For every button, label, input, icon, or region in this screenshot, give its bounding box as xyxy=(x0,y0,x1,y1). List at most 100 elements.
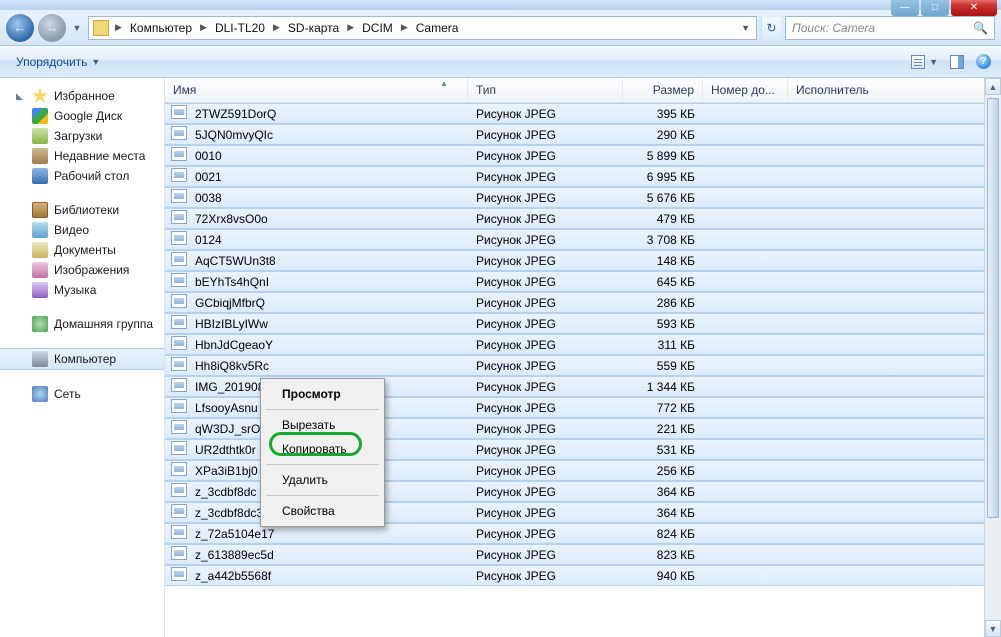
nav-item-videos[interactable]: Видео xyxy=(0,220,164,240)
table-row[interactable]: AqCT5WUn3t8Рисунок JPEG148 КБ xyxy=(165,250,1001,271)
file-type: Рисунок JPEG xyxy=(468,527,623,541)
table-row[interactable]: 5JQN0mvyQIcРисунок JPEG290 КБ xyxy=(165,124,1001,145)
column-header-row: Имя▲ Тип Размер Номер до... Исполнитель xyxy=(165,78,1001,103)
table-row[interactable]: 0124Рисунок JPEG3 708 КБ xyxy=(165,229,1001,250)
organize-label: Упорядочить xyxy=(16,55,87,69)
col-size[interactable]: Размер xyxy=(623,78,703,102)
file-type: Рисунок JPEG xyxy=(468,212,623,226)
file-size: 364 КБ xyxy=(623,506,703,520)
maximize-button[interactable]: □ xyxy=(921,0,949,16)
nav-item-documents[interactable]: Документы xyxy=(0,240,164,260)
nav-item-music[interactable]: Музыка xyxy=(0,280,164,300)
image-file-icon xyxy=(171,231,187,245)
chevron-right-icon[interactable]: ▶ xyxy=(113,22,124,33)
scroll-down-button[interactable]: ▼ xyxy=(985,620,1001,637)
file-name: Hh8iQ8kv5Rc xyxy=(187,359,468,373)
nav-homegroup[interactable]: Домашняя группа xyxy=(0,314,164,334)
breadcrumb-seg[interactable]: Компьютер xyxy=(126,19,196,37)
file-type: Рисунок JPEG xyxy=(468,506,623,520)
scroll-up-button[interactable]: ▲ xyxy=(985,78,1001,95)
help-button[interactable]: ? xyxy=(976,54,991,69)
forward-button[interactable]: → xyxy=(38,14,66,42)
nav-network[interactable]: Сеть xyxy=(0,384,164,404)
search-input[interactable]: Поиск: Camera 🔍 xyxy=(785,16,995,40)
minimize-button[interactable]: — xyxy=(891,0,919,16)
file-type: Рисунок JPEG xyxy=(468,233,623,247)
col-num[interactable]: Номер до... xyxy=(703,78,788,102)
video-icon xyxy=(32,222,48,238)
table-row[interactable]: HbnJdCgeaoYРисунок JPEG311 КБ xyxy=(165,334,1001,355)
sort-asc-icon: ▲ xyxy=(440,79,448,88)
file-type: Рисунок JPEG xyxy=(468,338,623,352)
chevron-down-icon[interactable]: ▼ xyxy=(739,23,752,33)
col-name[interactable]: Имя▲ xyxy=(165,78,468,102)
breadcrumb-seg[interactable]: DCIM xyxy=(358,19,397,37)
breadcrumb[interactable]: ▶ Компьютер ▶ DLI-TL20 ▶ SD-карта ▶ DCIM… xyxy=(88,16,757,40)
col-performer[interactable]: Исполнитель xyxy=(788,78,1001,102)
ctx-copy[interactable]: Копировать xyxy=(264,437,381,461)
content-area: ◣Избранное Google Диск Загрузки Недавние… xyxy=(0,78,1001,637)
nav-label: Загрузки xyxy=(54,129,102,143)
nav-label: Сеть xyxy=(54,387,81,401)
vertical-scrollbar[interactable]: ▲ ▼ xyxy=(984,78,1001,637)
nav-item-images[interactable]: Изображения xyxy=(0,260,164,280)
table-row[interactable]: 72Xrx8vsO0oРисунок JPEG479 КБ xyxy=(165,208,1001,229)
table-row[interactable]: GCbiqjMfbrQРисунок JPEG286 КБ xyxy=(165,292,1001,313)
image-file-icon xyxy=(171,441,187,455)
table-row[interactable]: 2TWZ591DorQРисунок JPEG395 КБ xyxy=(165,103,1001,124)
chevron-right-icon[interactable]: ▶ xyxy=(271,22,282,33)
nav-label: Избранное xyxy=(54,89,115,103)
image-file-icon xyxy=(171,189,187,203)
refresh-button[interactable]: ↻ xyxy=(761,17,781,39)
chevron-right-icon[interactable]: ▶ xyxy=(399,22,410,33)
nav-history-dropdown[interactable]: ▼ xyxy=(70,19,84,37)
chevron-right-icon[interactable]: ▶ xyxy=(198,22,209,33)
table-row[interactable]: bEYhTs4hQnIРисунок JPEG645 КБ xyxy=(165,271,1001,292)
file-name: 5JQN0mvyQIc xyxy=(187,128,468,142)
table-row[interactable]: 0021Рисунок JPEG6 995 КБ xyxy=(165,166,1001,187)
image-file-icon xyxy=(171,378,187,392)
nav-label: Недавние места xyxy=(54,149,145,163)
table-row[interactable]: z_613889ec5dРисунок JPEG823 КБ xyxy=(165,544,1001,565)
table-row[interactable]: 0038Рисунок JPEG5 676 КБ xyxy=(165,187,1001,208)
file-size: 395 КБ xyxy=(623,107,703,121)
close-button[interactable]: ✕ xyxy=(951,0,997,16)
ctx-delete[interactable]: Удалить xyxy=(264,468,381,492)
table-row[interactable]: HBIzIBLyIWwРисунок JPEG593 КБ xyxy=(165,313,1001,334)
file-name: 0124 xyxy=(187,233,468,247)
address-bar: ← → ▼ ▶ Компьютер ▶ DLI-TL20 ▶ SD-карта … xyxy=(0,10,1001,46)
file-type: Рисунок JPEG xyxy=(468,254,623,268)
view-options-button[interactable]: ▼ xyxy=(911,55,938,69)
nav-label: Видео xyxy=(54,223,89,237)
ctx-properties[interactable]: Свойства xyxy=(264,499,381,523)
col-type[interactable]: Тип xyxy=(468,78,623,102)
chevron-right-icon[interactable]: ▶ xyxy=(345,22,356,33)
image-file-icon xyxy=(171,462,187,476)
breadcrumb-seg[interactable]: SD-карта xyxy=(284,19,343,37)
nav-item-downloads[interactable]: Загрузки xyxy=(0,126,164,146)
back-button[interactable]: ← xyxy=(6,14,34,42)
nav-computer[interactable]: Компьютер xyxy=(0,348,164,370)
file-type: Рисунок JPEG xyxy=(468,422,623,436)
scroll-thumb[interactable] xyxy=(987,98,999,518)
homegroup-icon xyxy=(32,316,48,332)
file-name: 2TWZ591DorQ xyxy=(187,107,468,121)
ctx-cut[interactable]: Вырезать xyxy=(264,413,381,437)
file-type: Рисунок JPEG xyxy=(468,443,623,457)
breadcrumb-seg[interactable]: DLI-TL20 xyxy=(211,19,269,37)
nav-favorites[interactable]: ◣Избранное xyxy=(0,86,164,106)
table-row[interactable]: z_a442b5568fРисунок JPEG940 КБ xyxy=(165,565,1001,586)
breadcrumb-seg[interactable]: Camera xyxy=(412,19,463,37)
ctx-view[interactable]: Просмотр xyxy=(264,382,381,406)
organize-button[interactable]: Упорядочить ▼ xyxy=(10,52,106,72)
nav-item-recent[interactable]: Недавние места xyxy=(0,146,164,166)
nav-item-desktop[interactable]: Рабочий стол xyxy=(0,166,164,186)
nav-label: Документы xyxy=(54,243,116,257)
preview-pane-button[interactable] xyxy=(950,55,964,69)
nav-item-gdisk[interactable]: Google Диск xyxy=(0,106,164,126)
image-file-icon xyxy=(171,357,187,371)
nav-label: Изображения xyxy=(54,263,129,277)
table-row[interactable]: 0010Рисунок JPEG5 899 КБ xyxy=(165,145,1001,166)
nav-libraries[interactable]: Библиотеки xyxy=(0,200,164,220)
table-row[interactable]: Hh8iQ8kv5RcРисунок JPEG559 КБ xyxy=(165,355,1001,376)
